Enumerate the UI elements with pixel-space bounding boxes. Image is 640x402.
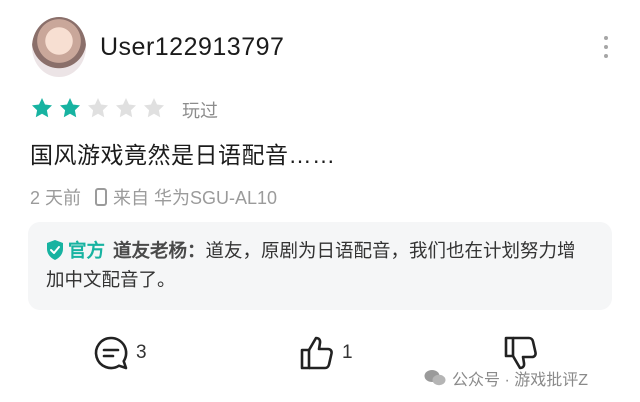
like-count: 1 <box>342 342 353 363</box>
comment-count: 3 <box>136 342 147 363</box>
comment-icon <box>94 336 128 370</box>
star-rating <box>30 96 166 120</box>
official-badge: 官方 <box>68 240 106 261</box>
username[interactable]: User122913797 <box>100 33 284 62</box>
device-source: 来自 华为SGU-AL10 <box>113 188 278 208</box>
star-icon <box>116 98 136 118</box>
official-reply[interactable]: 官方 道友老杨：道友，原剧为日语配音，我们也在计划努力增加中文配音了。 <box>28 222 612 310</box>
review-text: 国风游戏竟然是日语配音…… <box>30 142 336 168</box>
star-icon <box>88 98 108 118</box>
verified-shield-icon <box>47 240 63 260</box>
watermark: 公众号 · 游戏批评Z <box>424 366 588 390</box>
more-options-icon[interactable] <box>600 36 612 62</box>
reply-author[interactable]: 道友老杨： <box>113 240 206 261</box>
star-icon <box>60 98 80 118</box>
review-meta: 2 天前 来自 华为SGU-AL10 <box>30 184 277 210</box>
phone-icon <box>95 188 108 206</box>
played-label: 玩过 <box>182 101 218 121</box>
like-button[interactable]: 1 <box>298 334 353 372</box>
comment-button[interactable]: 3 <box>92 334 147 372</box>
star-icon <box>144 98 164 118</box>
review-time: 2 天前 <box>30 188 82 208</box>
star-icon <box>32 98 52 118</box>
watermark-text: 公众号 · 游戏批评Z <box>452 372 588 389</box>
wechat-icon <box>424 370 446 386</box>
user-avatar[interactable] <box>32 17 86 77</box>
thumbs-up-icon <box>300 336 333 370</box>
